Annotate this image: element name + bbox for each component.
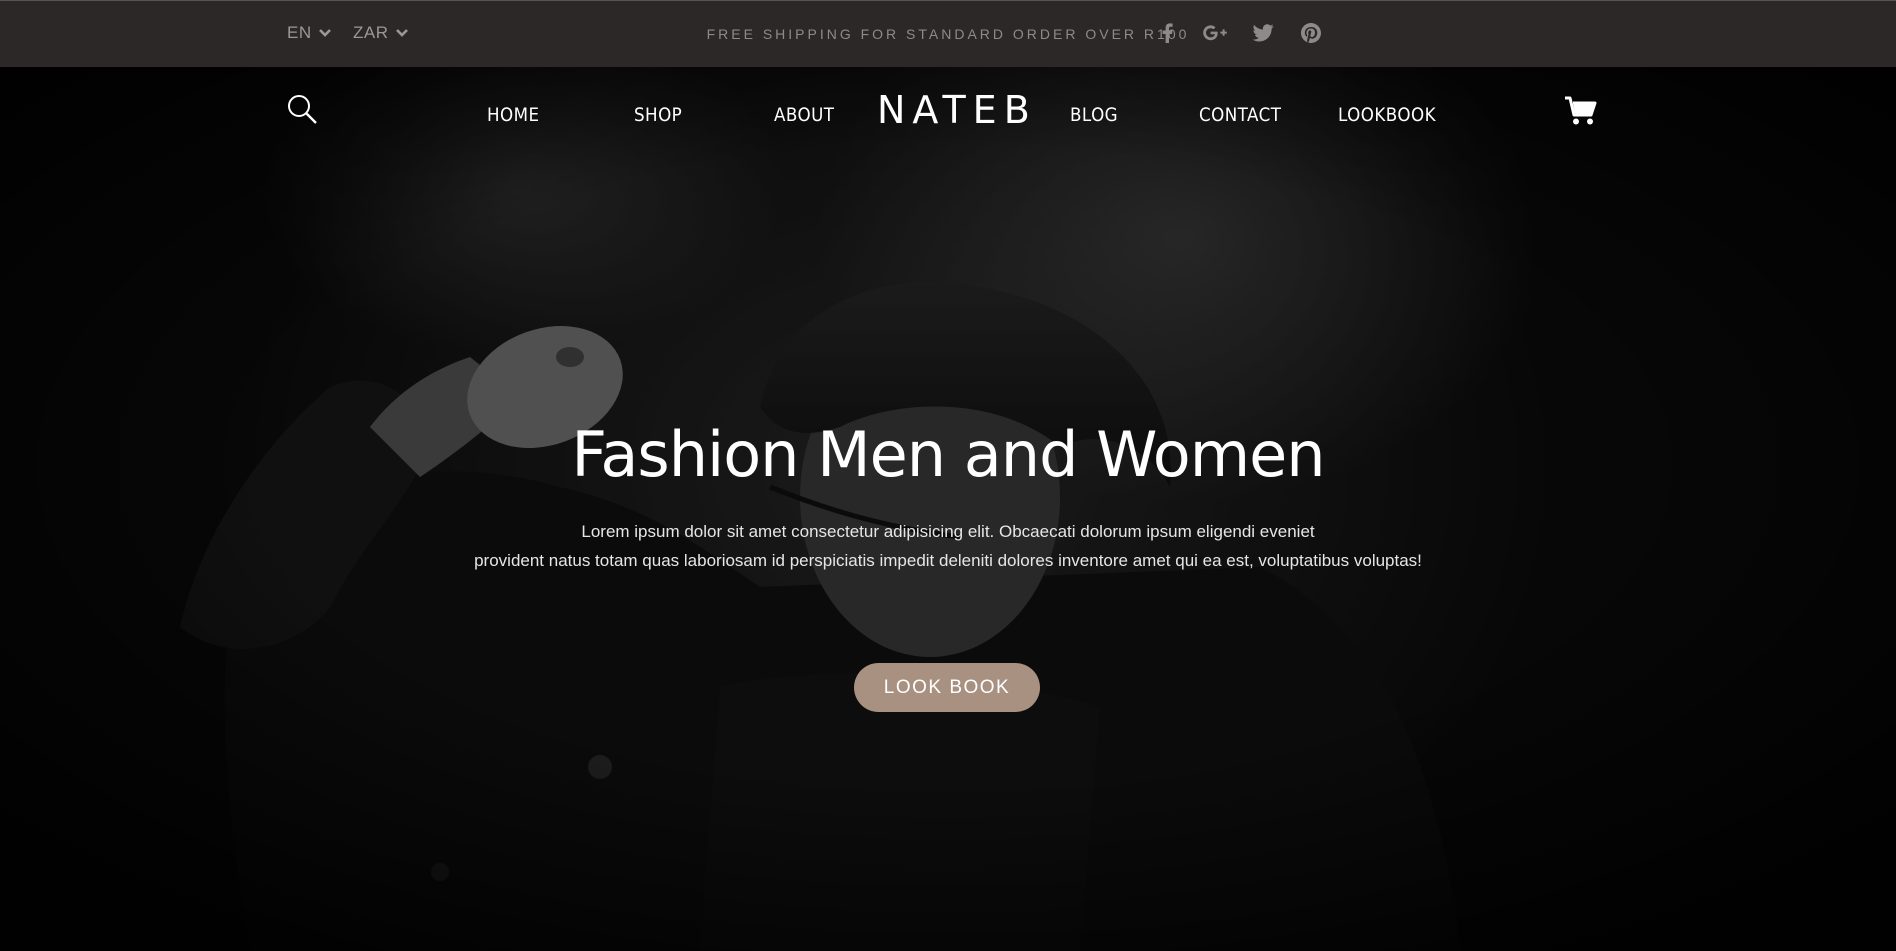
hero-description-line-2: provident natus totam quas laboriosam id… <box>474 551 1422 570</box>
social-links <box>1155 21 1323 45</box>
hero-description-line-1: Lorem ipsum dolor sit amet consectetur a… <box>581 522 1315 541</box>
look-book-button[interactable]: LOOK BOOK <box>854 663 1040 712</box>
shipping-notice: FREE SHIPPING FOR STANDARD ORDER OVER R1… <box>706 26 1190 42</box>
twitter-icon[interactable] <box>1251 21 1275 45</box>
top-bar: EN ZAR FREE SHIPPING FOR STANDARD ORDER … <box>0 0 1896 67</box>
hero-title: Fashion Men and Women <box>571 418 1325 491</box>
nav-link-about[interactable]: ABOUT <box>774 104 834 126</box>
nav-link-blog[interactable]: BLOG <box>1070 104 1118 126</box>
search-icon[interactable] <box>286 93 318 125</box>
hero-section <box>0 67 1896 951</box>
pinterest-icon[interactable] <box>1299 21 1323 45</box>
nav-link-lookbook[interactable]: LOOKBOOK <box>1338 104 1436 126</box>
hero-description: Lorem ipsum dolor sit amet consectetur a… <box>0 517 1896 575</box>
nav-link-contact[interactable]: CONTACT <box>1199 104 1281 126</box>
nav-link-shop[interactable]: SHOP <box>634 104 682 126</box>
google-plus-icon[interactable] <box>1203 21 1227 45</box>
cart-icon[interactable] <box>1565 96 1597 126</box>
facebook-icon[interactable] <box>1155 21 1179 45</box>
hero-photo <box>0 67 1896 951</box>
site-logo[interactable]: NATEB <box>877 88 1037 132</box>
nav-link-home[interactable]: HOME <box>487 104 539 126</box>
